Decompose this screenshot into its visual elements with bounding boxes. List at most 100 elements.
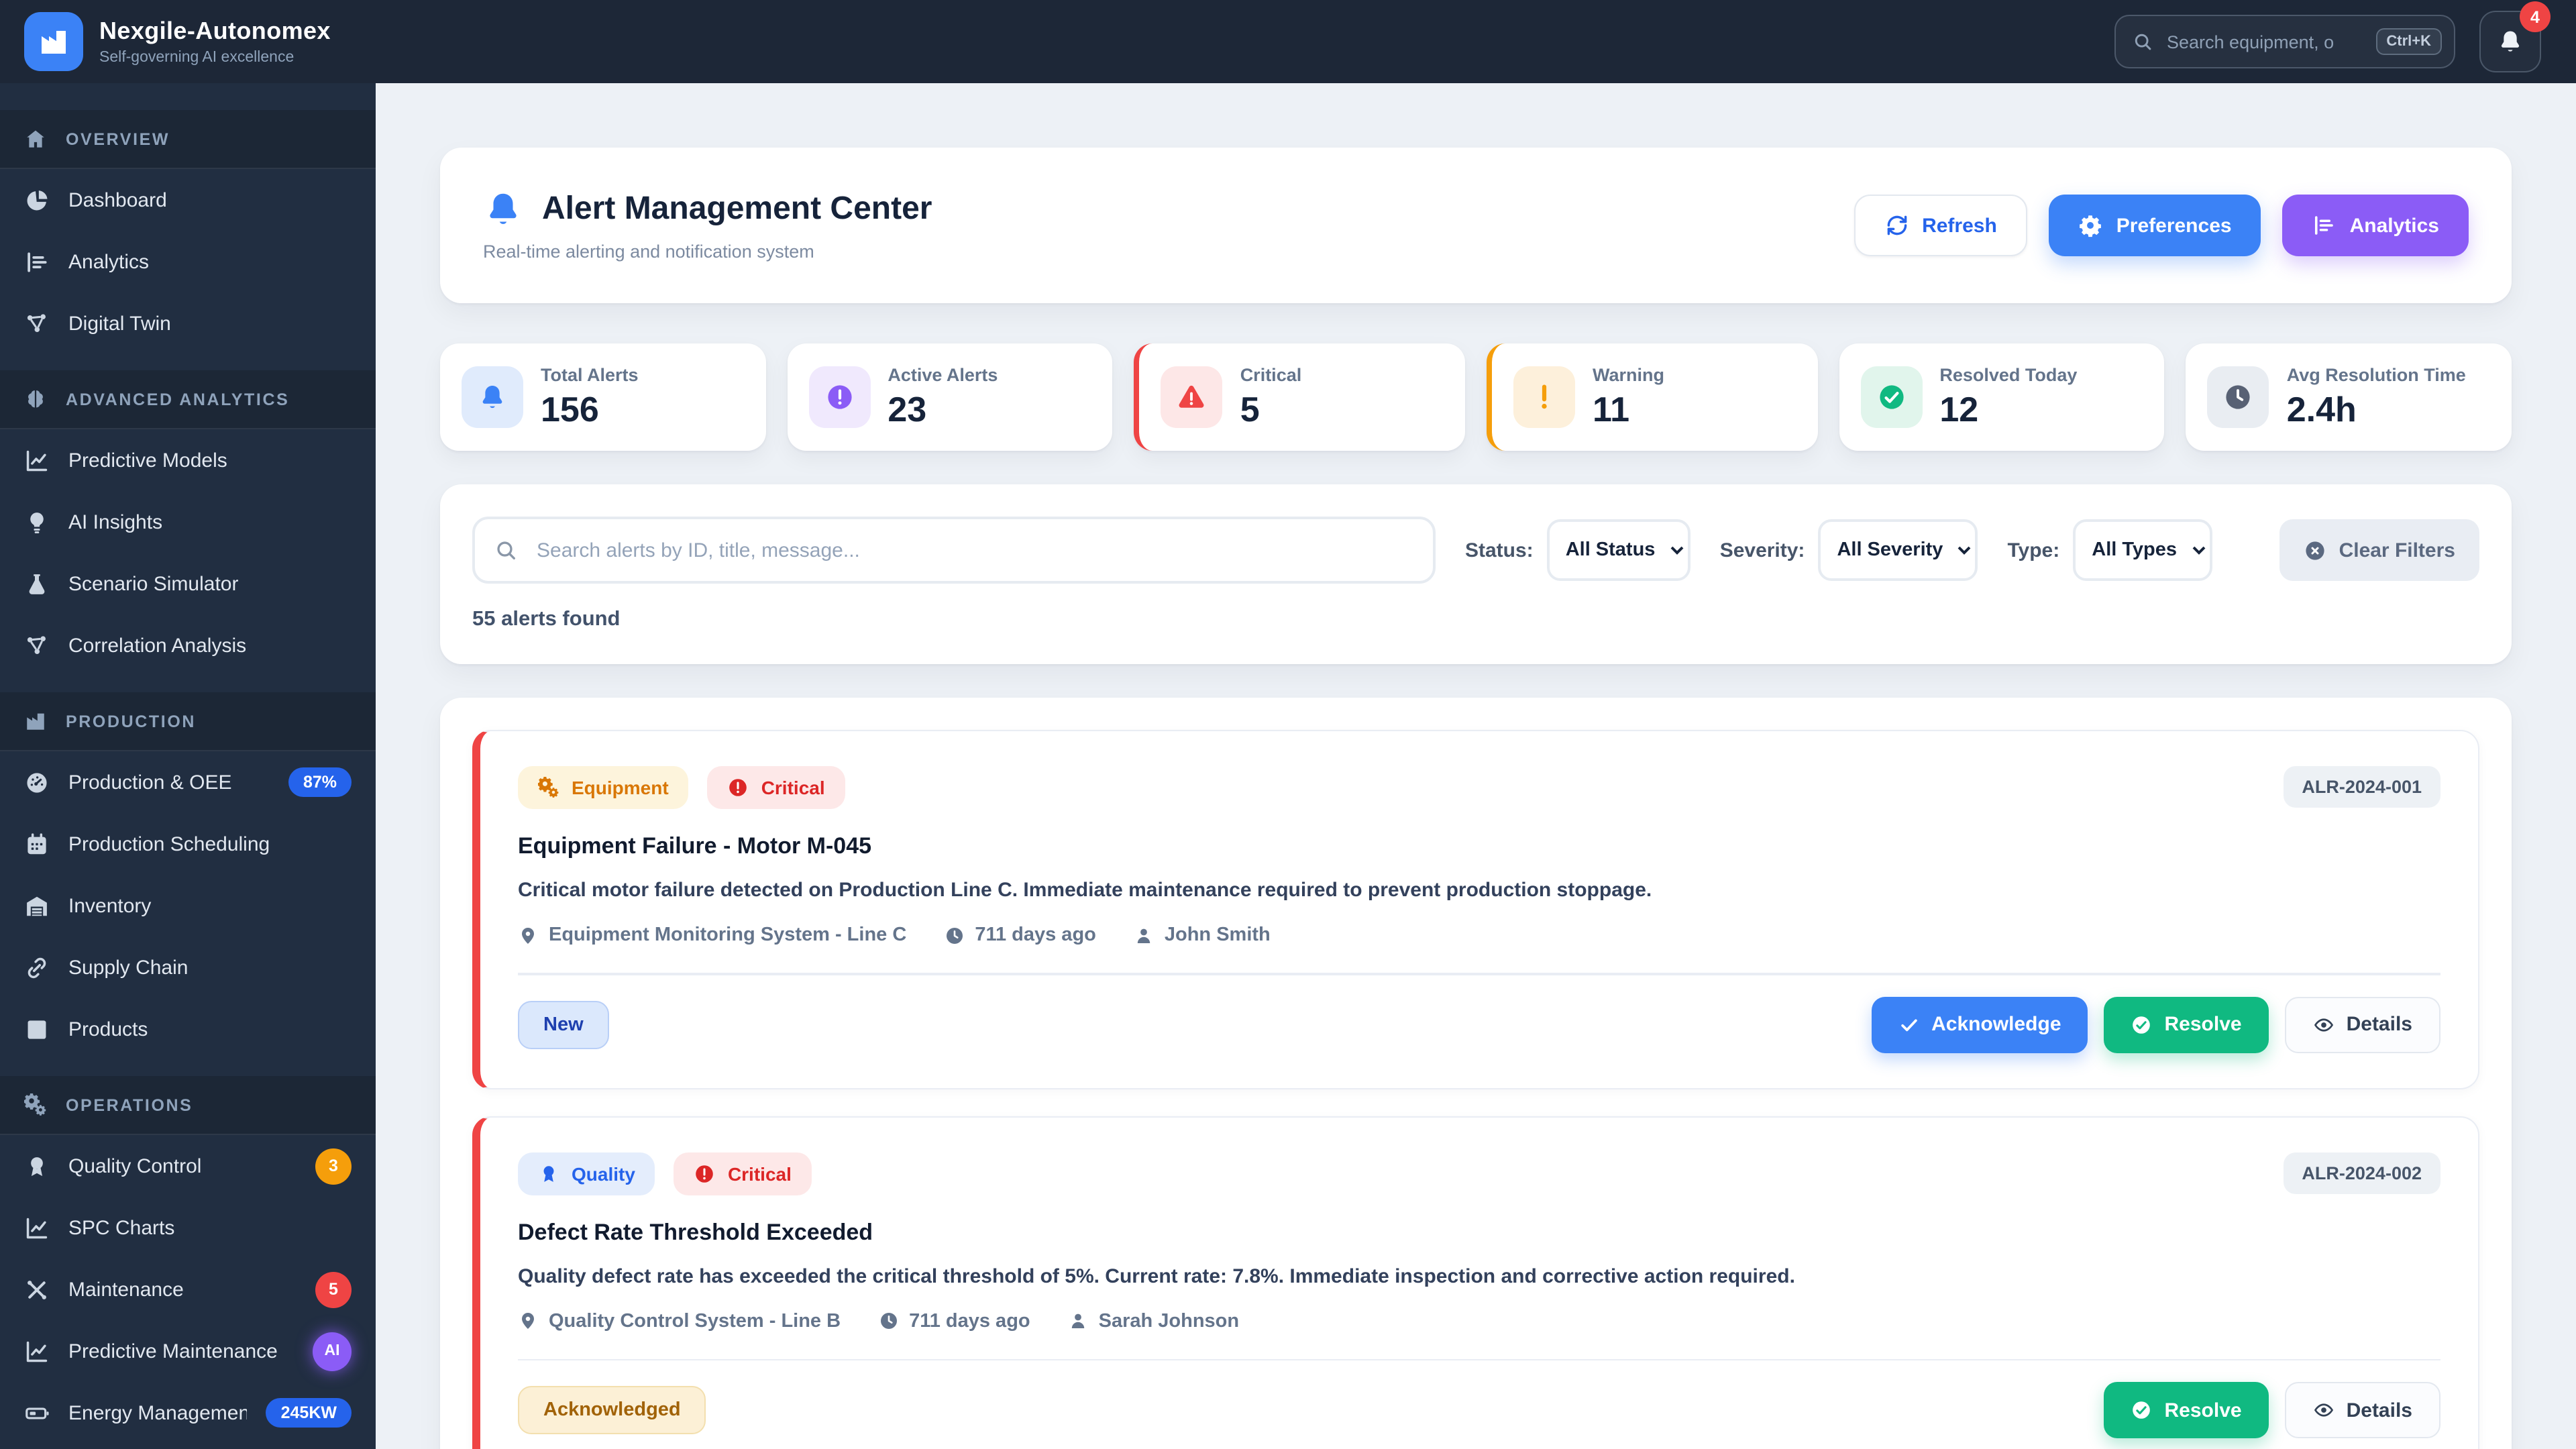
sidebar-item-ai-insights[interactable]: AI Insights [0, 491, 376, 553]
tools-icon [24, 1277, 50, 1302]
gears-icon [24, 1093, 47, 1116]
search-icon [2132, 31, 2153, 52]
eye-icon [2313, 1399, 2334, 1421]
button-label: Details [2347, 1013, 2412, 1036]
resolve-button[interactable]: Resolve [2104, 1382, 2269, 1438]
alert-status-badge: Acknowledged [518, 1386, 706, 1434]
sidebar-item-dashboard[interactable]: Dashboard [0, 169, 376, 231]
global-search[interactable]: Ctrl+K [2114, 15, 2455, 68]
sidebar-item-badge: 5 [315, 1271, 352, 1307]
sidebar-section-label: PRODUCTION [66, 712, 352, 731]
sidebar-item-scenario-simulator[interactable]: Scenario Simulator [0, 553, 376, 614]
notifications-button[interactable]: 4 [2479, 11, 2541, 72]
sidebar-item-correlation-analysis[interactable]: Correlation Analysis [0, 614, 376, 676]
sidebar-section-operations: OPERATIONS [0, 1076, 376, 1135]
divider [518, 1358, 2440, 1360]
line-chart-icon [24, 1338, 50, 1364]
sidebar-item-inventory[interactable]: Inventory [0, 875, 376, 936]
factory-icon [24, 710, 47, 733]
stat-label: Active Alerts [888, 364, 998, 384]
check-circle-inv-icon [2131, 1014, 2153, 1035]
alert-severity-badge: Critical [674, 1152, 812, 1195]
shortcut-keycap: Ctrl+K [2375, 28, 2442, 55]
details-button[interactable]: Details [2285, 996, 2440, 1053]
alert-status-badge: New [518, 1000, 609, 1049]
sidebar-item-production-scheduling[interactable]: Production Scheduling [0, 813, 376, 875]
sidebar-item-energy-management[interactable]: Energy Management 245KW [0, 1382, 376, 1444]
clock-icon [944, 925, 964, 945]
alert-search[interactable] [472, 517, 1436, 584]
sidebar-item-label: Supply Chain [68, 956, 352, 979]
details-button[interactable]: Details [2285, 1382, 2440, 1438]
alert-search-input[interactable] [472, 517, 1436, 584]
sidebar-item-supply-chain[interactable]: Supply Chain [0, 936, 376, 998]
alert-severity-label: Critical [761, 777, 825, 798]
analytics-button[interactable]: Analytics [2283, 195, 2469, 256]
eye-icon [2313, 1014, 2334, 1035]
exclamation-icon [1529, 382, 1559, 412]
button-label: Resolve [2165, 1399, 2242, 1421]
link-icon [24, 955, 50, 980]
alert-card-alr-2024-001: Equipment Critical Equipment Failure - M… [472, 730, 2479, 1089]
stat-card-resolved-today: Resolved Today 12 [1839, 343, 2164, 451]
button-label: Preferences [2116, 214, 2232, 237]
button-label: Details [2347, 1399, 2412, 1421]
sidebar-item-spc-charts[interactable]: SPC Charts [0, 1197, 376, 1258]
search-icon [494, 538, 518, 562]
sidebar-item-label: Analytics [68, 250, 352, 273]
filter-group: Status: All Status [1465, 519, 1690, 581]
alert-message: Critical motor failure detected on Produ… [518, 879, 1652, 902]
page-subtitle: Real-time alerting and notification syst… [483, 241, 932, 262]
sidebar-item-downtime-analysis[interactable]: Downtime Analysis [0, 1444, 376, 1449]
alert-card-alr-2024-002: Quality Critical Defect Rate Threshold E… [472, 1116, 2479, 1449]
pin-icon [518, 1311, 538, 1331]
sidebar-item-badge: 87% [288, 767, 352, 797]
alert-bell-icon [483, 189, 523, 229]
alert-circle-icon [728, 777, 749, 798]
brand-name: Nexgile-Autonomex [99, 17, 331, 46]
clear-filters-button[interactable]: Clear Filters [2280, 519, 2479, 581]
stat-value: 23 [888, 388, 998, 430]
acknowledge-button[interactable]: Acknowledge [1871, 996, 2088, 1053]
filter-label: Status: [1465, 539, 1534, 561]
sidebar-section-production: PRODUCTION [0, 692, 376, 751]
global-search-input[interactable] [2167, 32, 2362, 52]
sidebar-item-maintenance[interactable]: Maintenance 5 [0, 1258, 376, 1320]
stat-label: Critical [1240, 364, 1302, 384]
sidebar-item-analytics[interactable]: Analytics [0, 231, 376, 292]
notification-count-badge: 4 [2520, 1, 2551, 32]
resolve-button[interactable]: Resolve [2104, 996, 2269, 1053]
sidebar-item-label: Inventory [68, 894, 352, 917]
medal-icon [538, 1163, 559, 1184]
network-icon [24, 633, 50, 658]
stat-icon-box [1860, 366, 1922, 428]
alerts-list: Equipment Critical Equipment Failure - M… [440, 698, 2512, 1449]
stat-icon-box [1513, 366, 1575, 428]
refresh-icon [1884, 213, 1909, 237]
alert-type-badge: Quality [518, 1152, 655, 1195]
type-select[interactable]: All Types [2073, 519, 2212, 581]
sidebar-item-predictive-maintenance[interactable]: Predictive Maintenance AI [0, 1320, 376, 1382]
preferences-button[interactable]: Preferences [2049, 195, 2261, 256]
status-select[interactable]: All Status [1547, 519, 1690, 581]
button-label: Refresh [1922, 214, 1997, 237]
stat-value: 2.4h [2287, 388, 2466, 430]
sidebar-item-predictive-models[interactable]: Predictive Models [0, 429, 376, 491]
check-circle-inv-icon [2131, 1399, 2153, 1421]
page-header-card: Alert Management Center Real-time alerti… [440, 148, 2512, 303]
stat-card-active-alerts: Active Alerts 23 [787, 343, 1112, 451]
sidebar-item-label: Dashboard [68, 189, 352, 211]
refresh-button[interactable]: Refresh [1854, 195, 2028, 256]
person-icon [1134, 925, 1154, 945]
severity-select[interactable]: All Severity [1818, 519, 1978, 581]
sidebar-item-quality-control[interactable]: Quality Control 3 [0, 1135, 376, 1197]
top-bar: Ctrl+K 4 [0, 0, 2576, 83]
sidebar-section-label: ADVANCED ANALYTICS [66, 390, 352, 409]
sidebar-item-label: Production Scheduling [68, 833, 352, 855]
home-icon [24, 127, 47, 150]
page-title: Alert Management Center [542, 191, 932, 228]
sidebar-item-production-oee[interactable]: Production & OEE 87% [0, 751, 376, 813]
alert-source: Equipment Monitoring System - Line C [549, 924, 906, 946]
sidebar-item-digital-twin[interactable]: Digital Twin [0, 292, 376, 354]
sidebar-item-products[interactable]: Products [0, 998, 376, 1060]
